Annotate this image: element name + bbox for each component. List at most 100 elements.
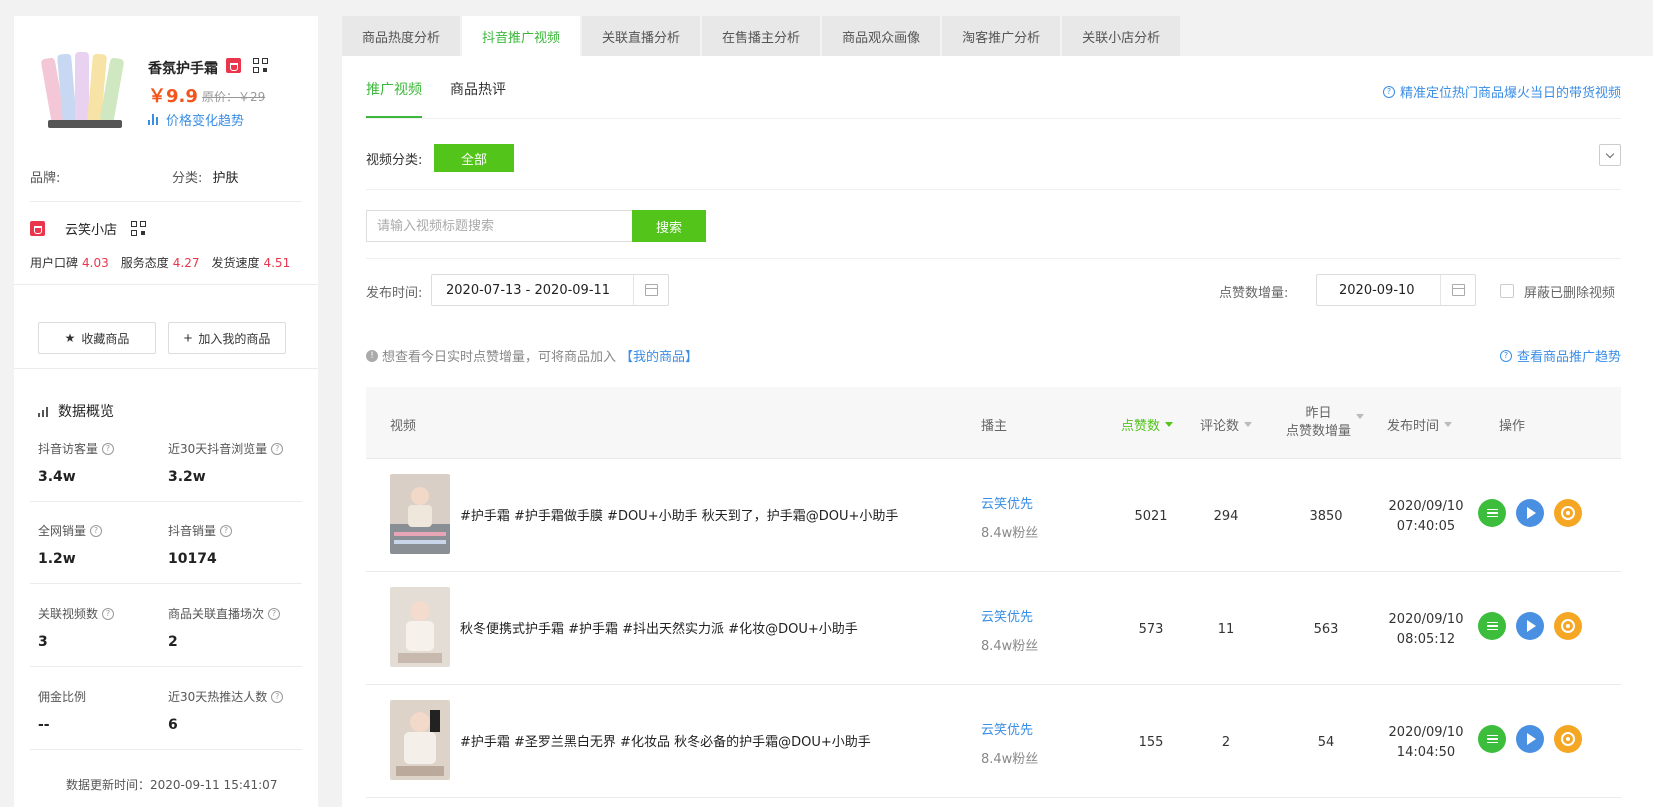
likes-increment-label: 点赞数增量: — [1219, 286, 1289, 301]
publish-time: 2020/09/10 14:04:50 — [1388, 725, 1464, 760]
video-title[interactable]: 秋冬便携式护手霜 #护手霜 #抖出天然实力派 #化妆@DOU+小助手 — [460, 618, 858, 637]
favorite-button[interactable]: ★ 收藏商品 — [38, 322, 156, 354]
tab-live-analysis[interactable]: 关联直播分析 — [582, 16, 701, 56]
track-button[interactable] — [1554, 612, 1582, 640]
shop-scores: 用户口碑 4.03 服务态度 4.27 发货速度 4.51 — [30, 254, 290, 271]
table-row: 秋冬便携式护手霜 #护手霜 #抖出天然实力派 #化妆@DOU+小助手 云笑优先 … — [366, 572, 1621, 685]
score-shipping: 发货速度 4.51 — [211, 256, 291, 270]
col-likes-sort[interactable]: 点赞数 — [1121, 415, 1174, 434]
tab-streamer-analysis[interactable]: 在售播主分析 — [702, 16, 821, 56]
tab-taoke-analysis[interactable]: 淘客推广分析 — [942, 16, 1061, 56]
video-search-input[interactable] — [366, 210, 632, 242]
divider — [30, 666, 302, 667]
calendar-icon — [645, 284, 658, 296]
promo-trend-link[interactable]: ? 查看商品推广趋势 — [1499, 346, 1621, 365]
notice-bar: ! 想查看今日实时点赞增量，可将商品加入 【我的商品】 — [366, 346, 698, 365]
comment-count: 294 — [1213, 509, 1239, 524]
stat-douyin-sales: 抖音销量? 10174 — [168, 522, 233, 567]
help-icon[interactable]: ? — [102, 607, 115, 620]
question-icon: ? — [1499, 349, 1512, 362]
divider — [14, 368, 318, 369]
row-actions — [1478, 499, 1582, 527]
col-yesterday-sort[interactable]: 昨日 点赞数增量 — [1286, 405, 1365, 441]
detail-button[interactable] — [1478, 499, 1506, 527]
price-trend-link[interactable]: 价格变化趋势 — [148, 110, 244, 129]
likes-count: 5021 — [1134, 509, 1168, 524]
help-icon[interactable]: ? — [271, 442, 284, 455]
add-my-product-button[interactable]: + 加入我的商品 — [168, 322, 286, 354]
tab-audience-profile[interactable]: 商品观众画像 — [822, 16, 941, 56]
hide-deleted-checkbox[interactable] — [1500, 284, 1514, 298]
video-thumbnail[interactable] — [390, 700, 450, 780]
tab-promo-videos[interactable]: 抖音推广视频 — [462, 16, 581, 56]
original-price: 原价：￥29 — [202, 90, 266, 104]
video-title[interactable]: #护手霜 #圣罗兰黑白无界 #化妆品 秋冬必备的护手霜@DOU+小助手 — [460, 731, 871, 750]
question-icon: ? — [1382, 85, 1395, 98]
help-icon[interactable]: ? — [220, 524, 233, 537]
product-sidebar: 香氛护手霜 ￥9.9 原价：￥29 价格变化趋势 品牌: 分类: 护肤 云笑小店… — [14, 16, 318, 807]
subtab-hot-comments[interactable]: 商品热评 — [450, 80, 506, 118]
info-icon: ! — [366, 349, 378, 362]
col-comments-sort[interactable]: 评论数 — [1200, 415, 1253, 434]
subtab-promo-videos[interactable]: 推广视频 — [366, 80, 422, 118]
comment-count: 11 — [1217, 622, 1235, 637]
detail-button[interactable] — [1478, 725, 1506, 753]
chevron-down-icon — [1605, 149, 1615, 158]
shop-qr-icon[interactable] — [131, 221, 147, 236]
table-row: #护手霜 #圣罗兰黑白无界 #化妆品 秋冬必备的护手霜@DOU+小助手 云笑优先… — [366, 685, 1621, 798]
expand-filters-button[interactable] — [1599, 144, 1621, 166]
product-image[interactable] — [38, 42, 132, 140]
list-icon — [1486, 621, 1498, 631]
qr-code-icon[interactable] — [253, 58, 268, 73]
help-icon[interactable]: ? — [90, 524, 103, 537]
video-title[interactable]: #护手霜 #护手霜做手膜 #DOU+小助手 秋天到了，护手霜@DOU+小助手 — [460, 505, 898, 524]
divider — [30, 583, 302, 584]
stat-visitors: 抖音访客量? 3.4w — [38, 440, 115, 485]
yesterday-increment: 3850 — [1309, 509, 1343, 524]
category-field: 分类: 护肤 — [172, 167, 239, 186]
play-icon — [1527, 733, 1536, 745]
col-author: 播主 — [981, 419, 1008, 434]
track-button[interactable] — [1554, 725, 1582, 753]
sort-icon — [1444, 422, 1453, 427]
shop-icon — [30, 221, 45, 236]
author-link[interactable]: 云笑优先 — [981, 493, 1033, 512]
category-filter-label: 视频分类: — [366, 153, 423, 168]
tab-related-shops[interactable]: 关联小店分析 — [1062, 16, 1181, 56]
col-publish-sort[interactable]: 发布时间 — [1387, 415, 1453, 434]
help-link[interactable]: ? 精准定位热门商品爆火当日的带货视频 — [1382, 82, 1621, 101]
help-icon[interactable]: ? — [268, 607, 281, 620]
divider — [30, 501, 302, 502]
author-link[interactable]: 云笑优先 — [981, 719, 1033, 738]
likes-date-picker[interactable]: 2020-09-10 — [1316, 274, 1476, 306]
publish-date-range[interactable]: 2020-07-13 - 2020-09-11 — [431, 274, 669, 306]
col-ops: 操作 — [1499, 419, 1526, 434]
table-header: 视频 播主 点赞数 评论数 昨日 点赞数增量 发布时间 操作 — [366, 387, 1621, 459]
author-fans: 8.4w粉丝 — [981, 639, 1039, 654]
product-name: 香氛护手霜 — [148, 61, 218, 77]
video-thumbnail[interactable] — [390, 587, 450, 667]
video-thumbnail[interactable] — [390, 474, 450, 554]
play-button[interactable] — [1516, 612, 1544, 640]
search-button[interactable]: 搜索 — [632, 210, 706, 242]
tab-heat-analysis[interactable]: 商品热度分析 — [342, 16, 461, 56]
sub-tabs: 推广视频 商品热评 — [366, 80, 506, 118]
stat-promoters: 近30天热推达人数? 6 — [168, 688, 284, 733]
my-products-link[interactable]: 【我的商品】 — [620, 346, 698, 365]
help-icon[interactable]: ? — [102, 442, 115, 455]
play-button[interactable] — [1516, 725, 1544, 753]
divider — [30, 201, 302, 202]
shop-bag-icon[interactable] — [226, 58, 241, 73]
track-button[interactable] — [1554, 499, 1582, 527]
col-video: 视频 — [390, 419, 417, 434]
category-all-button[interactable]: 全部 — [434, 144, 514, 172]
play-button[interactable] — [1516, 499, 1544, 527]
shop-name[interactable]: 云笑小店 — [65, 219, 117, 238]
list-icon — [1486, 734, 1498, 744]
hide-deleted-label: 屏蔽已删除视频 — [1524, 286, 1616, 301]
list-icon — [1486, 508, 1498, 518]
author-link[interactable]: 云笑优先 — [981, 606, 1033, 625]
help-icon[interactable]: ? — [271, 690, 284, 703]
stat-related-videos: 关联视频数? 3 — [38, 605, 115, 650]
detail-button[interactable] — [1478, 612, 1506, 640]
